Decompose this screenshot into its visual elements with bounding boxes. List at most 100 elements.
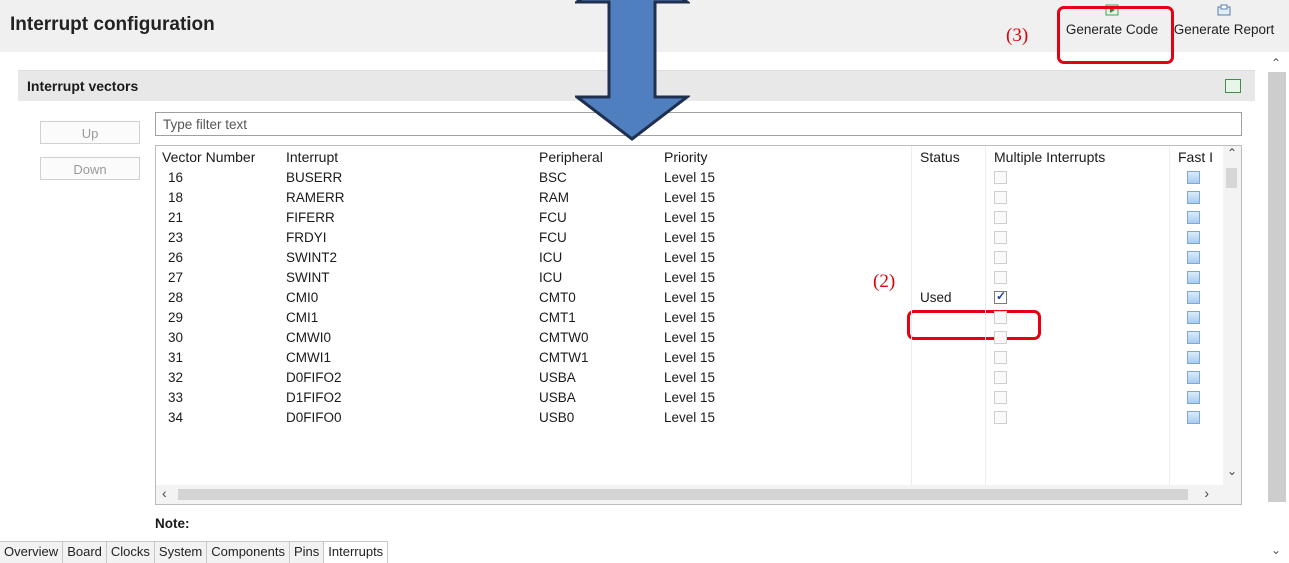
generate-report-button[interactable]: Generate Report (1166, 4, 1282, 48)
multiple-interrupts-checkbox[interactable] (994, 271, 1007, 284)
priority-cell: Level 15 (664, 370, 716, 385)
scroll-thumb[interactable] (1268, 72, 1286, 502)
peripheral-cell: BSC (539, 170, 567, 185)
column-interrupt[interactable]: Interrupt (286, 149, 338, 165)
column-fast-interrupt[interactable]: Fast I (1178, 149, 1218, 165)
fast-interrupt-checkbox[interactable] (1187, 231, 1200, 244)
tab-clocks[interactable]: Clocks (106, 542, 155, 563)
chevron-left-icon[interactable]: ‹ (162, 485, 167, 501)
peripheral-cell: USB0 (539, 410, 575, 425)
vector-number-cell: 30 (168, 330, 184, 345)
multiple-interrupts-checkbox[interactable] (994, 371, 1007, 384)
vector-number-cell: 21 (168, 210, 184, 225)
column-multiple-interrupts[interactable]: Multiple Interrupts (994, 149, 1105, 165)
priority-cell: Level 15 (664, 410, 716, 425)
multiple-interrupts-checkbox[interactable] (994, 311, 1007, 324)
multiple-interrupts-checkbox[interactable] (994, 351, 1007, 364)
fast-interrupt-checkbox[interactable] (1187, 391, 1200, 404)
interrupt-table: Vector Number Interrupt Peripheral Prior… (155, 145, 1242, 505)
tab-system[interactable]: System (154, 542, 208, 563)
priority-cell: Level 15 (664, 310, 716, 325)
page-vertical-scrollbar[interactable]: ⌃ ⌄ (1265, 52, 1289, 557)
interrupt-cell: CMWI1 (286, 350, 331, 365)
multiple-interrupts-checkbox[interactable] (994, 231, 1007, 244)
table-row[interactable]: 30 CMWI0 CMTW0 Level 15 (156, 328, 1224, 348)
multiple-interrupts-checkbox[interactable] (994, 171, 1007, 184)
fast-interrupt-checkbox[interactable] (1187, 311, 1200, 324)
tab-interrupts[interactable]: Interrupts (324, 542, 389, 563)
fast-interrupt-checkbox[interactable] (1187, 211, 1200, 224)
vector-number-cell: 26 (168, 250, 184, 265)
table-row[interactable]: 26 SWINT2 ICU Level 15 (156, 248, 1224, 268)
multiple-interrupts-checkbox[interactable]: ✓ (994, 289, 1007, 304)
chevron-down-icon[interactable]: ⌄ (1271, 543, 1281, 557)
peripheral-cell: ICU (539, 250, 563, 265)
vector-number-cell: 32 (168, 370, 184, 385)
table-vertical-scrollbar[interactable]: ⌃ ⌄ (1223, 146, 1241, 486)
interrupt-cell: SWINT (286, 270, 330, 285)
multiple-interrupts-checkbox[interactable] (994, 211, 1007, 224)
fast-interrupt-checkbox[interactable] (1187, 371, 1200, 384)
annotation-3: (3) (1006, 25, 1029, 46)
table-header: Vector Number Interrupt Peripheral Prior… (156, 146, 1224, 168)
table-row[interactable]: 27 SWINT ICU Level 15 (156, 268, 1224, 288)
tab-components[interactable]: Components (207, 542, 290, 563)
column-priority[interactable]: Priority (664, 149, 708, 165)
multiple-interrupts-checkbox[interactable] (994, 331, 1007, 344)
fast-interrupt-checkbox[interactable] (1187, 191, 1200, 204)
scroll-thumb[interactable] (1226, 168, 1237, 188)
fast-interrupt-checkbox[interactable] (1187, 351, 1200, 364)
column-status[interactable]: Status (920, 149, 960, 165)
fast-interrupt-checkbox[interactable] (1187, 291, 1200, 304)
chevron-up-icon[interactable]: ⌃ (1271, 56, 1281, 70)
fast-interrupt-checkbox[interactable] (1187, 331, 1200, 344)
priority-cell: Level 15 (664, 230, 716, 245)
down-button[interactable]: Down (40, 157, 140, 180)
vector-number-cell: 23 (168, 230, 184, 245)
table-row[interactable]: 21 FIFERR FCU Level 15 (156, 208, 1224, 228)
fast-interrupt-checkbox[interactable] (1187, 251, 1200, 264)
multiple-interrupts-checkbox[interactable] (994, 411, 1007, 424)
multiple-interrupts-checkbox[interactable] (994, 391, 1007, 404)
peripheral-cell: CMT0 (539, 290, 576, 305)
table-row[interactable]: 18 RAMERR RAM Level 15 (156, 188, 1224, 208)
table-row[interactable]: 32 D0FIFO2 USBA Level 15 (156, 368, 1224, 388)
editor-tabs: Overview Board Clocks System Components … (0, 541, 389, 563)
chart-icon[interactable] (1225, 79, 1241, 93)
fast-interrupt-checkbox[interactable] (1187, 171, 1200, 184)
section-title: Interrupt vectors (27, 78, 139, 94)
column-peripheral[interactable]: Peripheral (539, 149, 603, 165)
scroll-thumb[interactable] (178, 489, 1188, 500)
multiple-interrupts-checkbox[interactable] (994, 191, 1007, 204)
fast-interrupt-checkbox[interactable] (1187, 411, 1200, 424)
tab-pins[interactable]: Pins (289, 542, 325, 563)
priority-cell: Level 15 (664, 190, 716, 205)
chevron-down-icon[interactable]: ⌄ (1227, 464, 1237, 478)
table-row[interactable]: 34 D0FIFO0 USB0 Level 15 (156, 408, 1224, 428)
priority-cell: Level 15 (664, 270, 716, 285)
tab-board[interactable]: Board (63, 542, 107, 563)
interrupt-cell: FRDYI (286, 230, 327, 245)
table-row[interactable]: 33 D1FIFO2 USBA Level 15 (156, 388, 1224, 408)
table-row[interactable]: 23 FRDYI FCU Level 15 (156, 228, 1224, 248)
chevron-up-icon[interactable]: ⌃ (1227, 146, 1237, 160)
table-row[interactable]: 29 CMI1 CMT1 Level 15 (156, 308, 1224, 328)
table-row[interactable]: 31 CMWI1 CMTW1 Level 15 (156, 348, 1224, 368)
vector-number-cell: 29 (168, 310, 184, 325)
multiple-interrupts-checkbox[interactable] (994, 251, 1007, 264)
up-button[interactable]: Up (40, 121, 140, 144)
annotation-box-generate-code (1057, 6, 1174, 64)
priority-cell: Level 15 (664, 350, 716, 365)
priority-cell: Level 15 (664, 390, 716, 405)
peripheral-cell: FCU (539, 230, 567, 245)
chevron-right-icon[interactable]: › (1204, 485, 1209, 501)
tab-overview[interactable]: Overview (0, 542, 64, 563)
table-horizontal-scrollbar[interactable]: ‹ › (156, 485, 1241, 504)
table-row[interactable]: 16 BUSERR BSC Level 15 (156, 168, 1224, 188)
peripheral-cell: CMTW1 (539, 350, 589, 365)
generate-report-icon (1217, 4, 1231, 16)
filter-input[interactable] (155, 112, 1242, 136)
table-row[interactable]: 28 CMI0 CMT0 Level 15 Used ✓ (156, 288, 1224, 308)
fast-interrupt-checkbox[interactable] (1187, 271, 1200, 284)
column-vector-number[interactable]: Vector Number (162, 149, 255, 165)
